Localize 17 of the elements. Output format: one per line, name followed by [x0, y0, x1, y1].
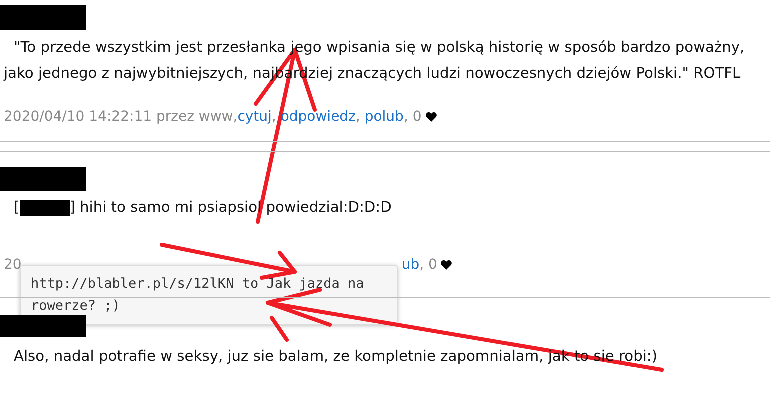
link-tooltip: http://blabler.pl/s/12lKN to Jak jazda na rowerze? ;)	[20, 265, 398, 325]
post-date: 2020/04/10 14:22:11 przez www,	[4, 108, 238, 127]
post-date: 20	[4, 256, 22, 275]
comma-separator: ,	[356, 108, 360, 127]
heart-icon	[441, 260, 452, 270]
comma-separator: ,	[420, 256, 424, 275]
heart-icon	[426, 112, 437, 122]
post-action-link[interactable]: ub	[402, 255, 420, 275]
comma-separator: ,	[272, 108, 276, 127]
like-count: 0	[428, 256, 438, 275]
post-action-link[interactable]: polub	[364, 107, 404, 127]
like-count: 0	[412, 108, 422, 127]
post-action-link[interactable]: cytuj	[238, 107, 272, 127]
annotation-line	[270, 316, 289, 342]
bracket: [	[14, 199, 20, 216]
redacted-mention	[20, 200, 70, 216]
comma-separator: ,	[404, 108, 408, 127]
